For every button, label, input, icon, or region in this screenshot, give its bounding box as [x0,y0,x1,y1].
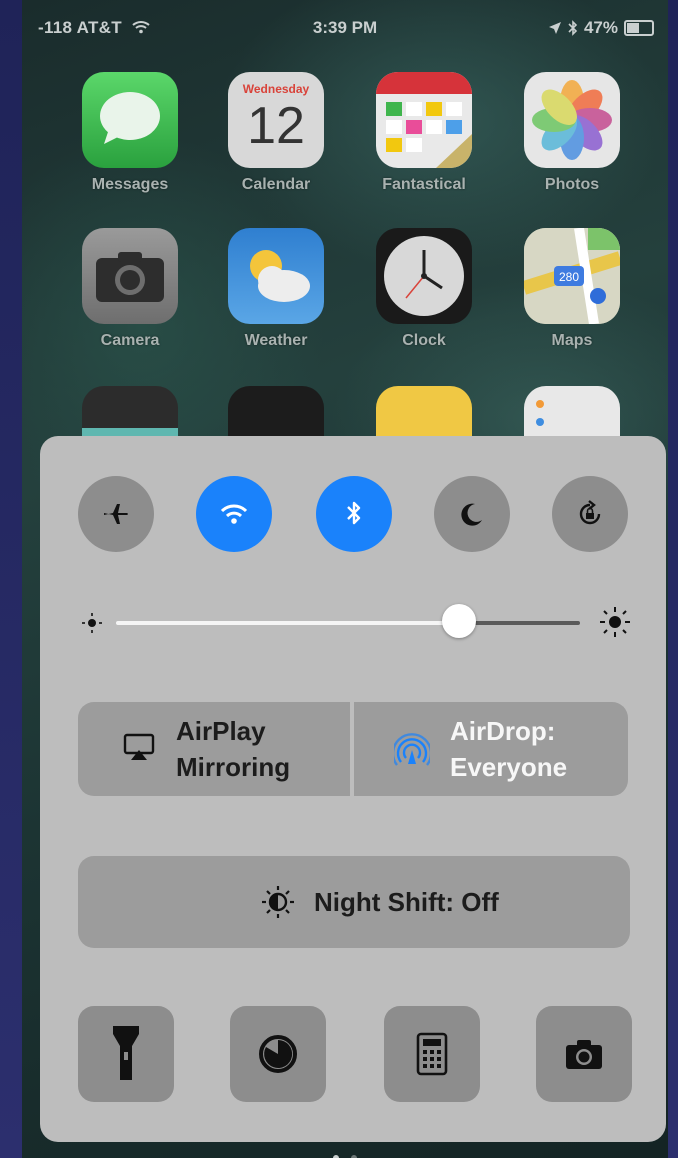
battery-icon [624,20,654,36]
airplane-mode-toggle[interactable] [78,476,154,552]
airplay-label-line1: AirPlay [176,716,266,746]
messages-icon [82,72,178,168]
app-label: Clock [402,332,446,349]
flashlight-icon [113,1026,139,1080]
calculator-icon [416,1032,448,1076]
app-label: Maps [551,332,593,349]
calendar-day: 12 [247,97,305,155]
night-shift-button[interactable]: Night Shift: Off [78,856,630,948]
airplane-icon [104,504,128,524]
night-shift-icon [262,886,294,918]
app-label: Fantastical [382,176,466,193]
brightness-filled-track [116,621,460,625]
timer-button[interactable] [230,1006,326,1102]
airplay-label-line2: Mirroring [176,752,291,782]
app-photos[interactable]: Photos [512,72,632,194]
bluetooth-toggle[interactable] [316,476,392,552]
wifi-icon [220,504,248,524]
airplay-icon [123,733,155,760]
brightness-high-icon [600,607,630,637]
app-label: Messages [91,176,169,193]
app-label: Photos [544,176,600,193]
app-maps[interactable]: 280 Maps [512,228,632,350]
app-camera[interactable]: Camera [70,228,190,350]
flashlight-button[interactable] [78,1006,174,1102]
night-shift-label: Night Shift: Off [314,887,499,917]
left-border [0,0,22,1158]
airdrop-icon [394,733,430,766]
app-clock[interactable]: Clock [364,228,484,350]
app-calendar[interactable]: Wednesday 12 Calendar [216,72,336,194]
clock-icon [376,228,472,324]
airdrop-label-line1: AirDrop: [450,716,556,746]
brightness-low-icon [82,613,102,633]
timer-icon [259,1035,297,1073]
camera-icon [82,228,178,324]
do-not-disturb-toggle[interactable] [434,476,510,552]
app-label: Camera [100,332,160,349]
app-messages[interactable]: Messages [70,72,190,194]
wifi-toggle[interactable] [196,476,272,552]
bluetooth-icon [347,501,361,525]
app-label: Calendar [241,176,311,193]
rotation-lock-icon [579,500,601,525]
airplay-mirroring-button[interactable]: AirPlay Mirroring [78,702,350,796]
app-weather[interactable]: Weather [216,228,336,350]
camera-button[interactable] [536,1006,632,1102]
calculator-button[interactable] [384,1006,480,1102]
maps-icon: 280 [524,228,620,324]
airdrop-button[interactable]: AirDrop: Everyone [354,702,628,796]
status-bar: -118 AT&T 3:39 PM 47% [22,14,668,44]
brightness-slider-thumb[interactable] [442,604,477,638]
calendar-weekday: Wednesday [242,82,310,96]
app-label: Weather [244,332,308,349]
bluetooth-status-icon [568,20,578,36]
control-center: AirPlay Mirroring AirDrop: Everyone Nigh… [40,436,666,1142]
status-right: 47% [548,18,654,38]
right-border [668,0,678,1158]
page-indicator[interactable] [22,1148,668,1158]
home-screen: -118 AT&T 3:39 PM 47% Messages Wednesday… [22,0,668,1158]
app-fantastical[interactable]: Fantastical [364,72,484,194]
brightness-remaining-track [459,621,580,625]
moon-icon [461,503,482,526]
location-arrow-icon [548,22,561,34]
camera-icon [566,1040,602,1069]
fantastical-icon [376,72,472,168]
calendar-icon: Wednesday 12 [228,72,324,168]
maps-route-number: 280 [559,270,579,284]
weather-icon [228,228,324,324]
photos-icon [524,72,620,168]
battery-percent: 47% [583,18,618,37]
airdrop-label-line2: Everyone [450,752,568,782]
rotation-lock-toggle[interactable] [552,476,628,552]
